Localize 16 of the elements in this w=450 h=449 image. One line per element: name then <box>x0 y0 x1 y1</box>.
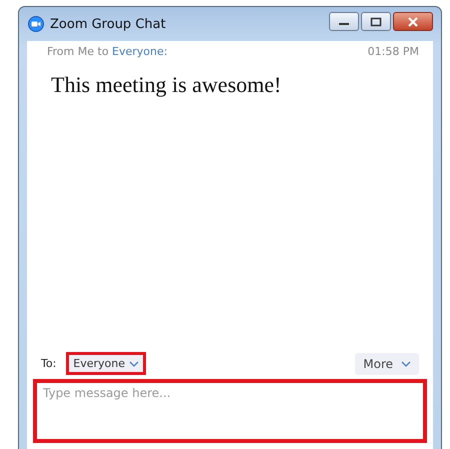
message-input[interactable]: Type message here... <box>33 379 427 443</box>
close-button[interactable] <box>393 12 433 31</box>
more-button[interactable]: More <box>355 352 419 374</box>
chevron-down-icon <box>401 360 411 366</box>
recipient-dropdown[interactable]: Everyone <box>66 352 146 375</box>
window-title: Zoom Group Chat <box>50 16 167 32</box>
to-label: To: <box>41 357 56 370</box>
message-time: 01:58 PM <box>368 45 419 58</box>
app-logo-icon <box>28 16 44 32</box>
close-icon <box>406 16 420 26</box>
maximize-icon <box>370 16 382 26</box>
message-text: This meeting is awesome! <box>50 71 282 98</box>
message-sender: From Me to Everyone: <box>47 45 168 58</box>
maximize-button[interactable] <box>361 12 391 31</box>
chevron-down-icon <box>129 360 140 366</box>
minimize-button[interactable] <box>329 12 359 31</box>
